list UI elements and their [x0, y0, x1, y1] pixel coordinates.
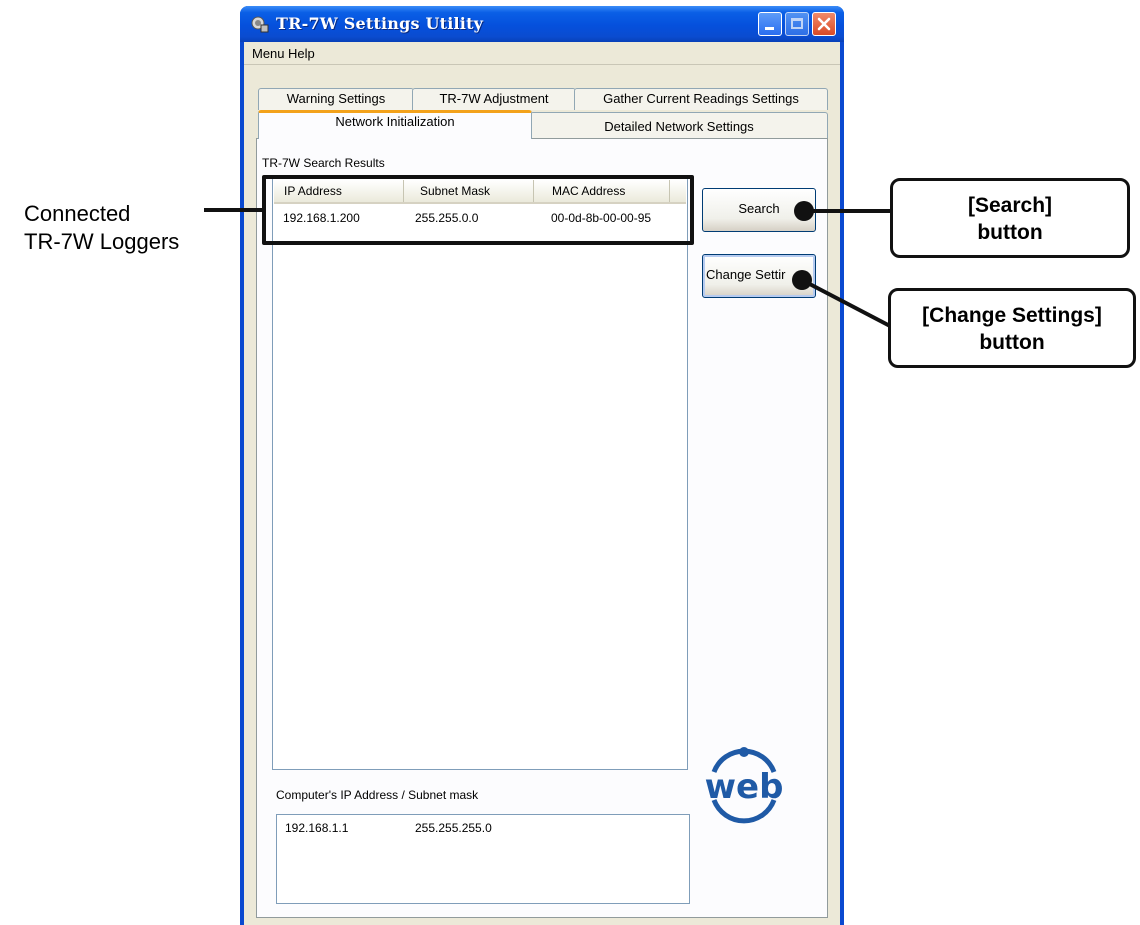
search-pointer-dot	[794, 201, 814, 221]
tab-network-initialization[interactable]: Network Initialization	[258, 110, 532, 139]
change-settings-pointer-dot	[792, 270, 812, 290]
annotation-lines	[204, 201, 892, 328]
change-settings-leader-line	[801, 278, 891, 328]
